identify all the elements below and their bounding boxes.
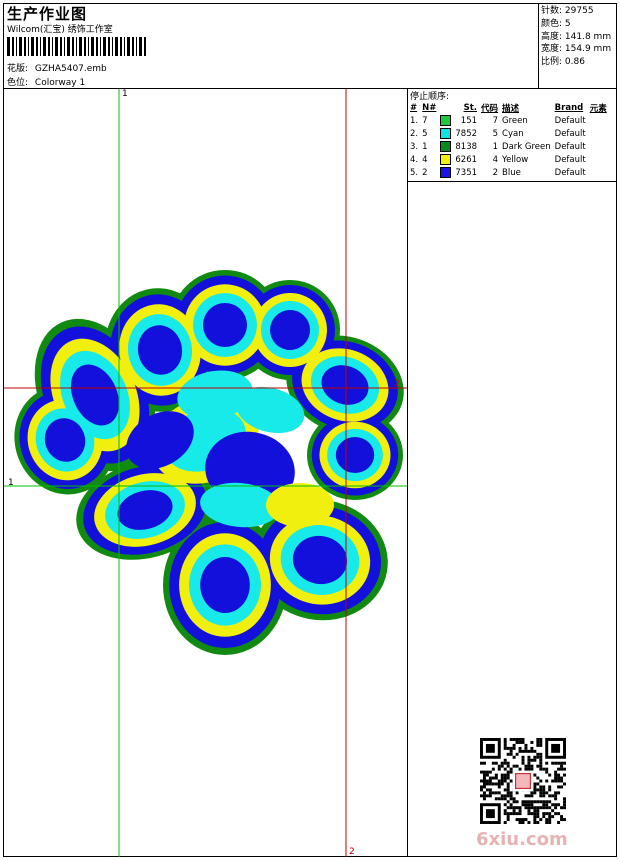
guide-label-h1: 1 <box>8 478 14 488</box>
watermark-logo: 6xiu.com <box>476 829 568 850</box>
flower-embroidery <box>14 270 404 655</box>
embroidery-design <box>4 89 407 857</box>
petal-shape <box>335 437 375 473</box>
petal-shape <box>203 303 247 347</box>
qr-code-icon <box>480 738 566 824</box>
guide-label-h2: 2 <box>394 379 400 389</box>
petal-shape <box>223 437 267 473</box>
guide-label-v2: 2 <box>349 847 355 857</box>
petal-shape <box>266 483 334 527</box>
guide-label-v1: 1 <box>122 89 128 99</box>
petal-shape <box>200 557 250 613</box>
